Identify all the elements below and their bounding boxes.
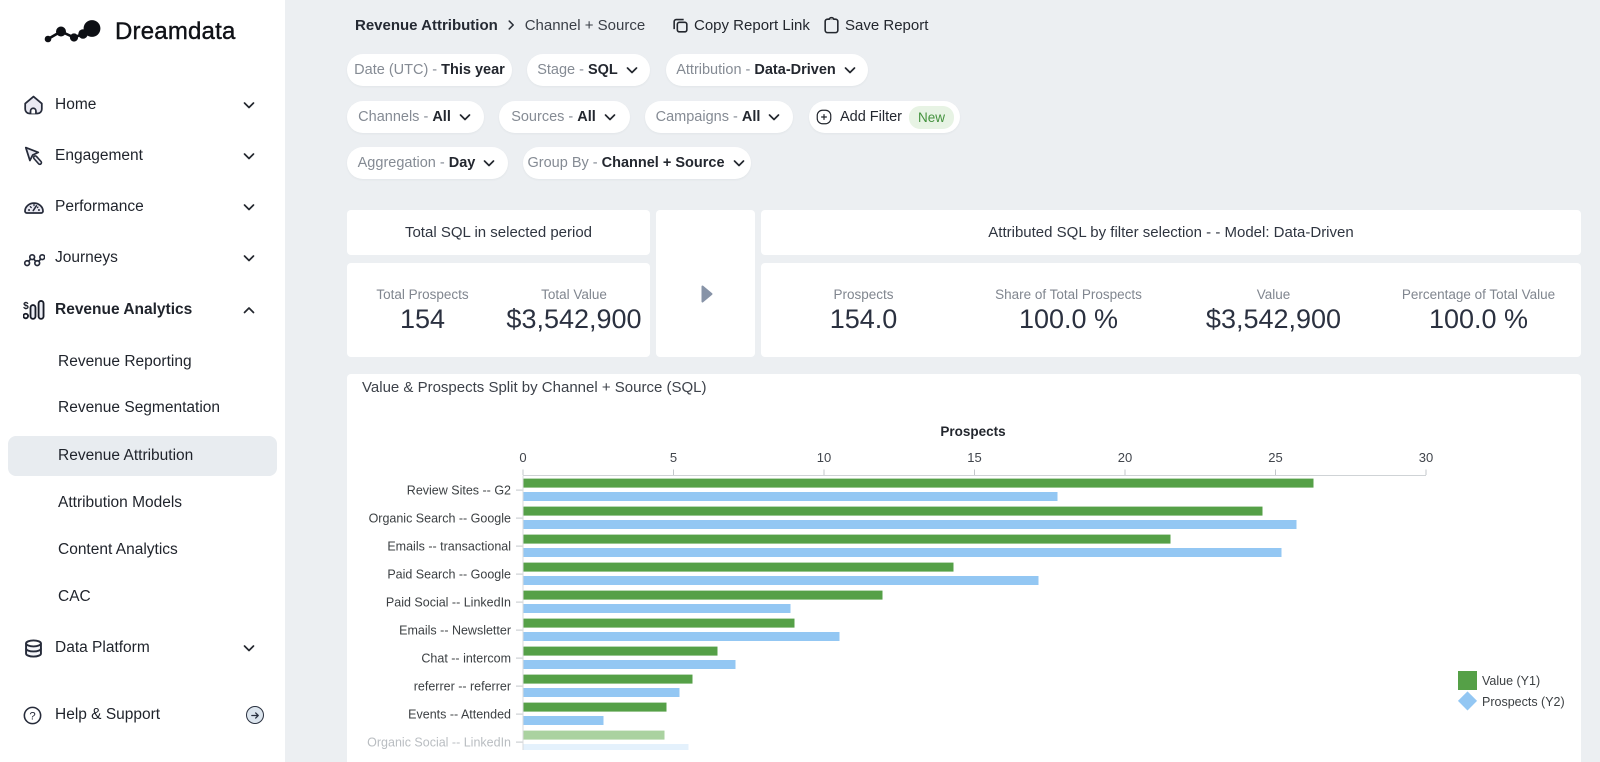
svg-text:Paid Search -- Google: Paid Search -- Google xyxy=(387,568,511,582)
svg-text:25: 25 xyxy=(1268,450,1282,465)
svg-text:10: 10 xyxy=(817,450,831,465)
svg-text:20: 20 xyxy=(1118,450,1132,465)
svg-text:30: 30 xyxy=(1419,450,1433,465)
svg-text:Organic Search -- Google: Organic Search -- Google xyxy=(369,512,511,526)
svg-text:referrer -- referrer: referrer -- referrer xyxy=(414,680,511,694)
svg-text:Review Sites -- G2: Review Sites -- G2 xyxy=(407,484,511,498)
svg-text:$: $ xyxy=(23,301,29,312)
svg-text:Emails -- Newsletter: Emails -- Newsletter xyxy=(399,624,511,638)
svg-text:Prospects: Prospects xyxy=(940,424,1005,439)
svg-text:0: 0 xyxy=(519,450,526,465)
svg-text:Events -- Attended: Events -- Attended xyxy=(408,708,511,722)
svg-text:Emails -- transactional: Emails -- transactional xyxy=(387,540,511,554)
svg-text:5: 5 xyxy=(670,450,677,465)
svg-text:Value (Y1): Value (Y1) xyxy=(1482,674,1540,688)
svg-text:Paid Social -- LinkedIn: Paid Social -- LinkedIn xyxy=(386,596,511,610)
svg-text:?: ? xyxy=(29,710,35,722)
svg-text:15: 15 xyxy=(967,450,981,465)
svg-text:Prospects (Y2): Prospects (Y2) xyxy=(1482,695,1565,709)
svg-text:Chat -- intercom: Chat -- intercom xyxy=(421,652,511,666)
svg-text:Organic Social -- LinkedIn: Organic Social -- LinkedIn xyxy=(367,736,511,750)
